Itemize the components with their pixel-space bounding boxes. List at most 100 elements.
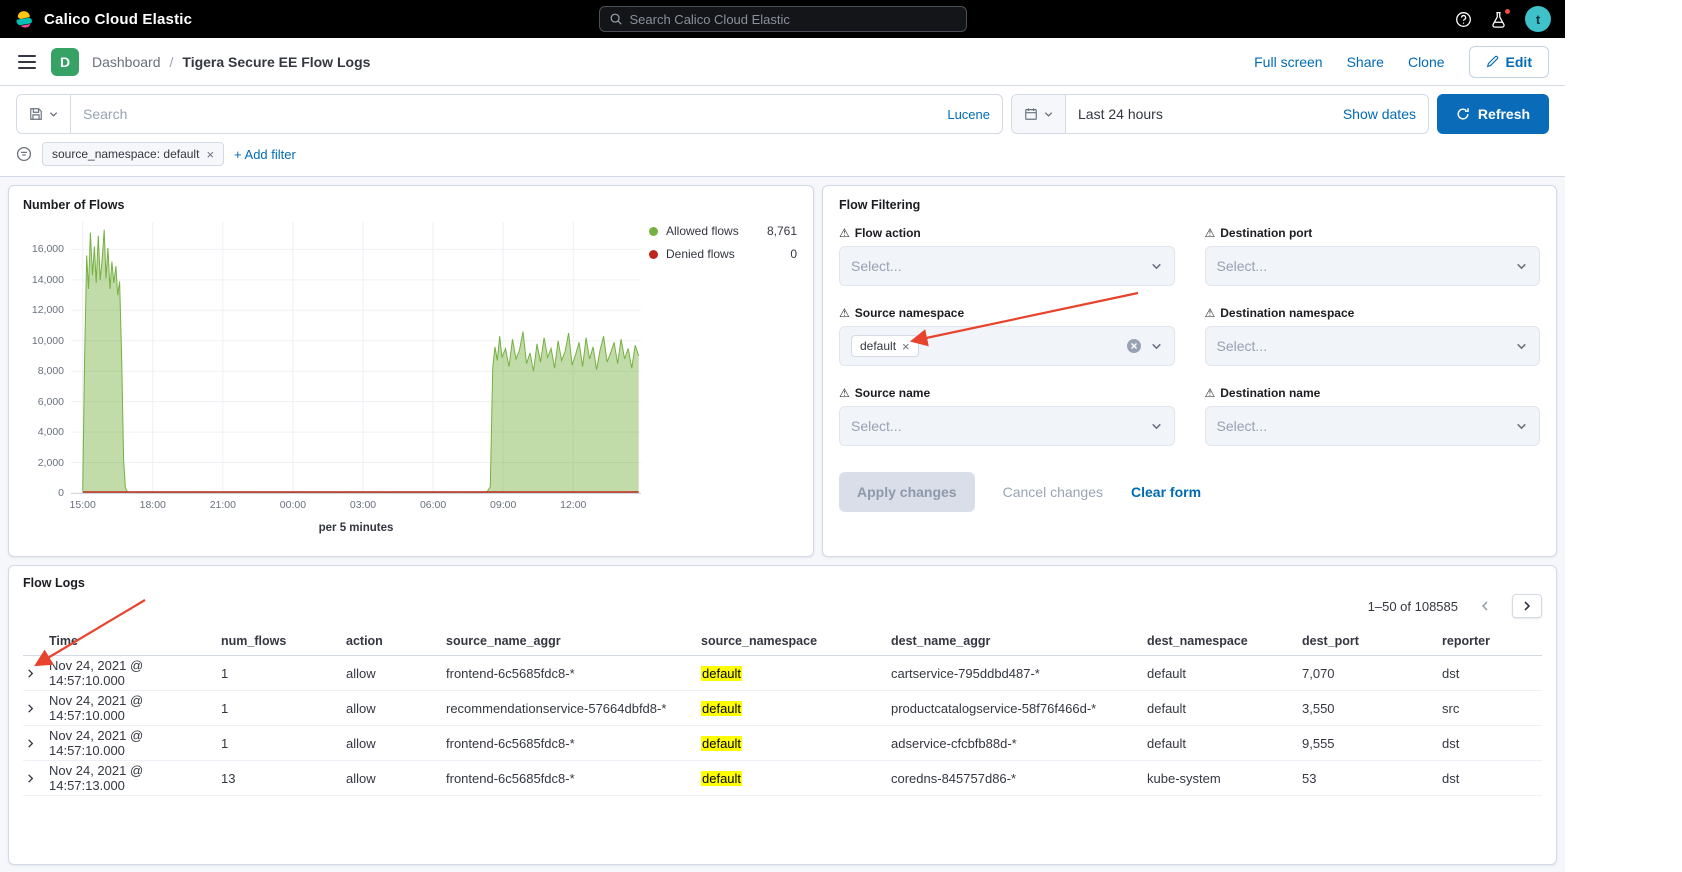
top-nav-right: t: [1455, 6, 1551, 32]
pencil-icon: [1486, 55, 1499, 68]
chevron-down-icon: [1043, 109, 1054, 120]
refresh-button[interactable]: Refresh: [1437, 94, 1549, 134]
y-tick-label: 0: [58, 487, 64, 499]
column-time[interactable]: Time: [49, 634, 221, 648]
pagination: 1–50 of 108585: [23, 594, 1542, 618]
table-row: Nov 24, 2021 @ 14:57:10.000 1 allow fron…: [23, 726, 1542, 761]
breadcrumb-dashboard[interactable]: Dashboard: [92, 54, 161, 70]
column-num-flows[interactable]: num_flows: [221, 634, 346, 648]
legend-dot-denied: [649, 250, 658, 259]
chevron-right-icon: [1521, 600, 1533, 612]
save-icon: [29, 107, 43, 121]
chevron-down-icon: [48, 109, 59, 120]
expand-row-icon[interactable]: [23, 738, 49, 749]
destination-name-select[interactable]: Select...: [1205, 406, 1541, 446]
cancel-changes-button[interactable]: Cancel changes: [1003, 484, 1103, 500]
query-bar: Lucene Last 24 hours Show dates Refresh: [0, 86, 1565, 140]
space-badge[interactable]: D: [51, 48, 79, 76]
expand-row-icon[interactable]: [23, 668, 49, 679]
global-search[interactable]: [599, 6, 967, 32]
y-tick-label: 4,000: [38, 426, 64, 438]
flows-x-axis: 15:0018:0021:0000:0003:0006:0009:0012:00: [71, 494, 641, 512]
filter-options-icon[interactable]: [16, 146, 32, 162]
query-language-toggle[interactable]: Lucene: [947, 107, 1002, 122]
y-tick-label: 2,000: [38, 457, 64, 469]
query-search-input[interactable]: [71, 106, 947, 122]
calendar-button[interactable]: [1012, 95, 1066, 133]
show-dates-button[interactable]: Show dates: [1343, 106, 1428, 122]
x-tick-label: 03:00: [350, 499, 376, 511]
highlighted-value: default: [701, 736, 742, 751]
kibana-app: Calico Cloud Elastic: [0, 0, 1565, 872]
elastic-logo[interactable]: [14, 9, 34, 29]
filter-pill-source-namespace[interactable]: source_namespace: default ×: [42, 142, 224, 166]
x-tick-label: 06:00: [420, 499, 446, 511]
chevron-down-icon: [1150, 420, 1163, 433]
x-tick-label: 00:00: [280, 499, 306, 511]
column-dest-port[interactable]: dest_port: [1302, 634, 1442, 648]
x-tick-label: 15:00: [70, 499, 96, 511]
flows-chart: 02,0004,0006,0008,00010,00012,00014,0001…: [23, 222, 641, 534]
flow-logs-table: Time num_flows action source_name_aggr s…: [23, 626, 1542, 796]
apply-changes-button[interactable]: Apply changes: [839, 472, 975, 512]
clear-selection-icon[interactable]: [1126, 338, 1142, 354]
field-destination-port: ⚠ Destination port Select...: [1205, 226, 1541, 286]
field-flow-action: ⚠ Flow action Select...: [839, 226, 1175, 286]
saved-query-button[interactable]: [17, 95, 71, 133]
number-of-flows-panel: Number of Flows 02,0004,0006,0008,00010,…: [8, 185, 814, 557]
flows-panel-title: Number of Flows: [23, 198, 799, 212]
clear-form-button[interactable]: Clear form: [1131, 484, 1201, 500]
table-row: Nov 24, 2021 @ 14:57:10.000 1 allow fron…: [23, 656, 1542, 691]
column-dest-name-aggr[interactable]: dest_name_aggr: [891, 634, 1147, 648]
y-tick-label: 16,000: [32, 243, 64, 255]
page-title: Tigera Secure EE Flow Logs: [182, 54, 370, 70]
newsfeed-flask-icon[interactable]: [1490, 11, 1507, 28]
field-source-namespace: ⚠ Source namespace default ×: [839, 306, 1175, 366]
column-dest-namespace[interactable]: dest_namespace: [1147, 634, 1302, 648]
remove-option-icon[interactable]: ×: [902, 340, 910, 353]
chrome-bar: D Dashboard / Tigera Secure EE Flow Logs…: [0, 38, 1565, 86]
next-page-button[interactable]: [1512, 594, 1542, 618]
warning-icon: ⚠: [1205, 306, 1216, 320]
time-range-value[interactable]: Last 24 hours: [1066, 106, 1175, 122]
destination-port-select[interactable]: Select...: [1205, 246, 1541, 286]
global-search-input[interactable]: [630, 12, 957, 27]
legend-item-denied-flows[interactable]: Denied flows 0: [649, 247, 797, 261]
highlighted-value: default: [701, 771, 742, 786]
column-source-namespace[interactable]: source_namespace: [701, 634, 891, 648]
share-button[interactable]: Share: [1347, 54, 1384, 70]
full-screen-button[interactable]: Full screen: [1254, 54, 1322, 70]
date-picker: Last 24 hours Show dates: [1011, 94, 1429, 134]
x-tick-label: 21:00: [210, 499, 236, 511]
edit-button[interactable]: Edit: [1469, 46, 1549, 78]
dashboard-actions: Full screen Share Clone Edit: [1254, 46, 1549, 78]
app-title: Calico Cloud Elastic: [44, 11, 192, 28]
flow-logs-title: Flow Logs: [23, 576, 1542, 590]
expand-row-icon[interactable]: [23, 703, 49, 714]
column-action[interactable]: action: [346, 634, 446, 648]
clone-button[interactable]: Clone: [1408, 54, 1445, 70]
flows-plot[interactable]: [71, 222, 641, 494]
add-filter-button[interactable]: + Add filter: [234, 147, 296, 162]
destination-namespace-select[interactable]: Select...: [1205, 326, 1541, 366]
remove-filter-icon[interactable]: ×: [206, 148, 214, 161]
column-reporter[interactable]: reporter: [1442, 634, 1542, 648]
help-icon[interactable]: [1455, 11, 1472, 28]
menu-icon[interactable]: [16, 53, 38, 71]
previous-page-button[interactable]: [1470, 594, 1500, 618]
warning-icon: ⚠: [839, 226, 850, 240]
column-source-name-aggr[interactable]: source_name_aggr: [446, 634, 701, 648]
source-name-select[interactable]: Select...: [839, 406, 1175, 446]
y-tick-label: 10,000: [32, 335, 64, 347]
source-namespace-select[interactable]: default ×: [839, 326, 1175, 366]
expand-row-icon[interactable]: [23, 773, 49, 784]
y-tick-label: 12,000: [32, 304, 64, 316]
field-destination-namespace: ⚠ Destination namespace Select...: [1205, 306, 1541, 366]
flow-filtering-form: ⚠ Flow action Select... ⚠ Destination po…: [839, 226, 1540, 446]
user-avatar[interactable]: t: [1525, 6, 1551, 32]
flow-action-select[interactable]: Select...: [839, 246, 1175, 286]
flow-filtering-title: Flow Filtering: [839, 198, 1540, 212]
legend-item-allowed-flows[interactable]: Allowed flows 8,761: [649, 224, 797, 238]
chevron-down-icon: [1515, 420, 1528, 433]
selected-option-pill[interactable]: default ×: [851, 335, 919, 357]
